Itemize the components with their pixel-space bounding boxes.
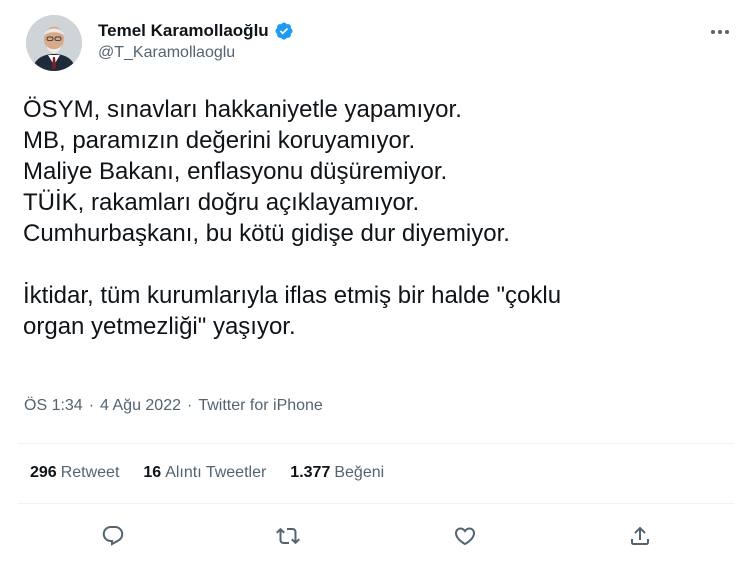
display-name[interactable]: Temel Karamollaoğlu xyxy=(98,21,269,41)
tweet-actions xyxy=(0,518,752,558)
more-dot xyxy=(711,30,715,34)
retweet-label: Retweet xyxy=(60,464,120,481)
share-icon xyxy=(631,526,649,545)
more-dot xyxy=(725,30,729,34)
tweet-time[interactable]: ÖS 1:34 xyxy=(24,397,83,415)
quote-stat[interactable]: 16 Alıntı Tweetler xyxy=(143,464,266,482)
more-horizontal-icon[interactable] xyxy=(706,22,734,42)
tweet-stats: 296 Retweet 16 Alıntı Tweetler 1.377 Beğeni xyxy=(30,464,384,482)
tweet-source[interactable]: Twitter for iPhone xyxy=(198,397,323,415)
quote-label: Alıntı Tweetler xyxy=(165,464,267,481)
handle[interactable]: @T_Karamollaoglu xyxy=(98,44,294,62)
like-icon xyxy=(454,527,476,546)
tweet-text-line: İktidar, tüm kurumlarıyla iflas etmiş bi… xyxy=(23,282,562,309)
avatar-image xyxy=(26,15,82,71)
author-names: Temel Karamollaoğlu @T_Karamollaoglu xyxy=(98,21,294,62)
tweet-meta: ÖS 1:34 · 4 Ağu 2022 · Twitter for iPhon… xyxy=(24,397,323,415)
tweet-text-line: ÖSYM, sınavları hakkaniyetle yapamıyor. xyxy=(23,96,462,123)
retweet-button[interactable] xyxy=(270,518,306,554)
display-name-row: Temel Karamollaoğlu xyxy=(98,21,294,41)
divider xyxy=(18,443,734,444)
like-count: 1.377 xyxy=(290,464,331,481)
reply-button[interactable] xyxy=(95,518,131,554)
tweet-text-line: Maliye Bakanı, enflasyonu düşüremiyor. xyxy=(23,158,448,185)
tweet-text-line: TÜİK, rakamları doğru açıklayamıyor. xyxy=(23,189,420,216)
reply-icon xyxy=(102,526,124,546)
quote-count: 16 xyxy=(143,464,162,481)
retweet-stat[interactable]: 296 Retweet xyxy=(30,464,119,482)
meta-separator: · xyxy=(88,397,95,414)
tweet-text-line: Cumhurbaşkanı, bu kötü gidişe dur diyemi… xyxy=(23,220,510,247)
avatar[interactable] xyxy=(26,15,82,71)
tweet-text-line: MB, paramızın değerini koruyamıyor. xyxy=(23,127,416,154)
verified-badge-icon xyxy=(274,21,294,41)
tweet-text: ÖSYM, sınavları hakkaniyetle yapamıyor. … xyxy=(23,94,732,342)
share-button[interactable] xyxy=(622,518,658,554)
tweet-date[interactable]: 4 Ağu 2022 xyxy=(100,397,181,415)
tweet-header: Temel Karamollaoğlu @T_Karamollaoglu xyxy=(18,12,734,76)
divider xyxy=(18,503,734,504)
meta-separator: · xyxy=(187,397,193,414)
more-dot xyxy=(718,30,722,34)
like-label: Beğeni xyxy=(334,464,385,481)
retweet-count: 296 xyxy=(30,464,57,481)
tweet-card: Temel Karamollaoğlu @T_Karamollaoglu ÖSY… xyxy=(0,0,752,565)
retweet-icon xyxy=(276,527,300,545)
like-button[interactable] xyxy=(447,518,483,554)
tweet-text-line: organ yetmezliği" yaşıyor. xyxy=(23,313,296,340)
like-stat[interactable]: 1.377 Beğeni xyxy=(290,464,384,482)
